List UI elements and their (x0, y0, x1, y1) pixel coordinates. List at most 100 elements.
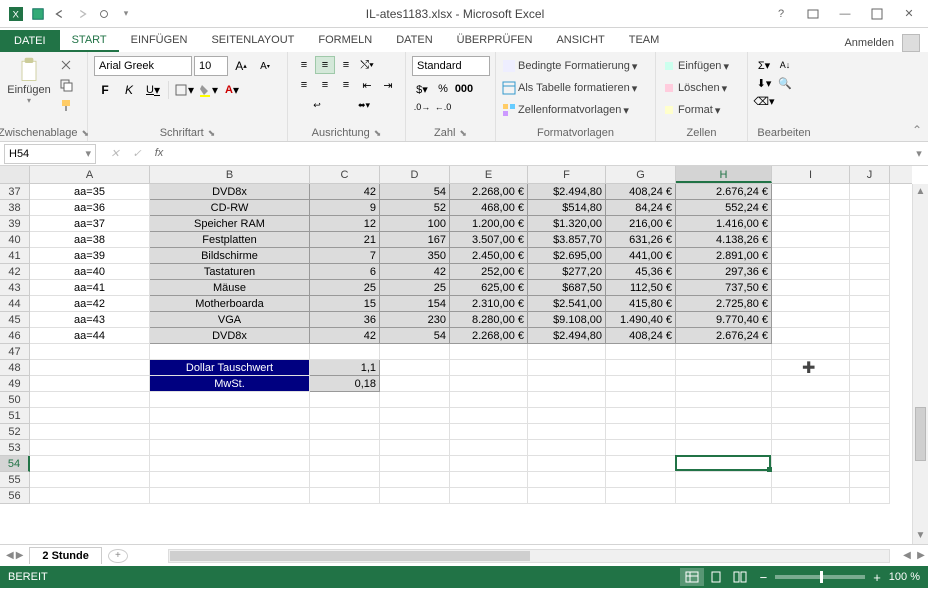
qat-customize-icon[interactable]: ▾ (116, 4, 136, 24)
cell[interactable] (772, 328, 850, 344)
cell[interactable] (310, 440, 380, 456)
horizontal-scrollbar[interactable] (168, 549, 890, 563)
page-break-view-icon[interactable] (728, 568, 752, 586)
row-header[interactable]: 49 (0, 376, 30, 392)
cell[interactable] (676, 360, 772, 376)
cell[interactable]: aa=43 (30, 312, 150, 328)
decrease-font-icon[interactable]: A▾ (254, 56, 276, 76)
cell[interactable] (676, 408, 772, 424)
cell[interactable] (850, 184, 890, 200)
cell[interactable] (30, 472, 150, 488)
cell[interactable] (380, 440, 450, 456)
sheet-nav-next-icon[interactable]: ▶ (16, 550, 24, 561)
comma-format-icon[interactable]: 000 (454, 80, 474, 98)
cell[interactable] (676, 376, 772, 392)
cell[interactable] (30, 440, 150, 456)
enter-formula-icon[interactable]: ✓ (128, 147, 146, 160)
expand-formula-bar-icon[interactable]: ▾ (910, 147, 928, 160)
italic-button[interactable]: K (118, 80, 140, 100)
cell[interactable]: 84,24 € (606, 200, 676, 216)
row-header[interactable]: 52 (0, 424, 30, 440)
sort-filter-icon[interactable]: A↓ (775, 56, 795, 74)
cell[interactable]: aa=39 (30, 248, 150, 264)
column-header-C[interactable]: C (310, 166, 380, 183)
sheet-nav-prev-icon[interactable]: ◀ (6, 550, 14, 561)
cell[interactable] (606, 488, 676, 504)
cell[interactable] (772, 312, 850, 328)
cell[interactable]: $514,80 (528, 200, 606, 216)
zoom-in-icon[interactable]: + (873, 570, 881, 585)
orientation-icon[interactable]: ⤭▾ (357, 56, 377, 74)
cell[interactable] (850, 296, 890, 312)
cell[interactable]: 25 (310, 280, 380, 296)
cell[interactable]: aa=41 (30, 280, 150, 296)
cell[interactable] (676, 424, 772, 440)
cell[interactable]: VGA (150, 312, 310, 328)
save-icon[interactable] (28, 4, 48, 24)
insert-cells-button[interactable]: Einfügen ▾ (662, 56, 741, 76)
cell[interactable]: 625,00 € (450, 280, 528, 296)
vertical-scroll-thumb[interactable] (915, 407, 926, 461)
align-bottom-icon[interactable]: ≡ (336, 56, 356, 74)
row-header[interactable]: 51 (0, 408, 30, 424)
cell[interactable] (150, 472, 310, 488)
cell[interactable] (772, 472, 850, 488)
cell[interactable]: 441,00 € (606, 248, 676, 264)
cell[interactable] (606, 392, 676, 408)
cut-icon[interactable] (56, 56, 76, 74)
cell[interactable]: 0,18 (310, 376, 380, 392)
format-as-table-button[interactable]: Als Tabelle formatieren ▾ (502, 78, 649, 98)
cell[interactable] (30, 344, 150, 360)
cell[interactable]: 2.676,24 € (676, 328, 772, 344)
cell[interactable] (850, 328, 890, 344)
cell[interactable] (850, 200, 890, 216)
cell[interactable] (30, 360, 150, 376)
tab-start[interactable]: START (60, 30, 119, 52)
cell[interactable] (772, 216, 850, 232)
cell[interactable]: $2.494,80 (528, 184, 606, 200)
cell[interactable] (450, 376, 528, 392)
increase-indent-icon[interactable]: ⇥ (378, 76, 398, 94)
cell[interactable] (310, 408, 380, 424)
column-header-F[interactable]: F (528, 166, 606, 183)
row-header[interactable]: 47 (0, 344, 30, 360)
autosum-icon[interactable]: Σ▾ (754, 56, 774, 74)
cell[interactable]: 552,24 € (676, 200, 772, 216)
cell[interactable]: Dollar Tauschwert (150, 360, 310, 376)
cell[interactable] (606, 440, 676, 456)
cell[interactable]: aa=37 (30, 216, 150, 232)
column-header-B[interactable]: B (150, 166, 310, 183)
zoom-out-icon[interactable]: − (760, 570, 768, 585)
cell[interactable]: 737,50 € (676, 280, 772, 296)
cell[interactable] (528, 376, 606, 392)
font-size-select[interactable] (194, 56, 228, 76)
number-format-select[interactable] (412, 56, 490, 76)
align-left-icon[interactable]: ≡ (294, 76, 314, 94)
cell[interactable] (380, 472, 450, 488)
cell[interactable]: 2.891,00 € (676, 248, 772, 264)
cell[interactable]: 154 (380, 296, 450, 312)
cell[interactable] (850, 440, 890, 456)
increase-decimal-icon[interactable]: .0→ (412, 98, 432, 116)
cell[interactable] (310, 424, 380, 440)
cell[interactable]: 36 (310, 312, 380, 328)
select-all-corner[interactable] (0, 166, 30, 183)
format-cells-button[interactable]: Format ▾ (662, 100, 741, 120)
cell[interactable] (772, 280, 850, 296)
cell[interactable] (310, 488, 380, 504)
cell[interactable]: 350 (380, 248, 450, 264)
cell[interactable] (850, 488, 890, 504)
clear-icon[interactable]: ⌫▾ (754, 92, 774, 110)
cell[interactable]: 167 (380, 232, 450, 248)
row-header[interactable]: 41 (0, 248, 30, 264)
cell[interactable] (772, 344, 850, 360)
format-painter-icon[interactable] (56, 96, 76, 114)
cell[interactable] (772, 296, 850, 312)
cell[interactable] (528, 440, 606, 456)
cell[interactable]: 8.280,00 € (450, 312, 528, 328)
cell[interactable]: 2.268,00 € (450, 328, 528, 344)
row-header[interactable]: 53 (0, 440, 30, 456)
cell[interactable] (380, 376, 450, 392)
cell[interactable] (850, 456, 890, 472)
align-right-icon[interactable]: ≡ (336, 76, 356, 94)
